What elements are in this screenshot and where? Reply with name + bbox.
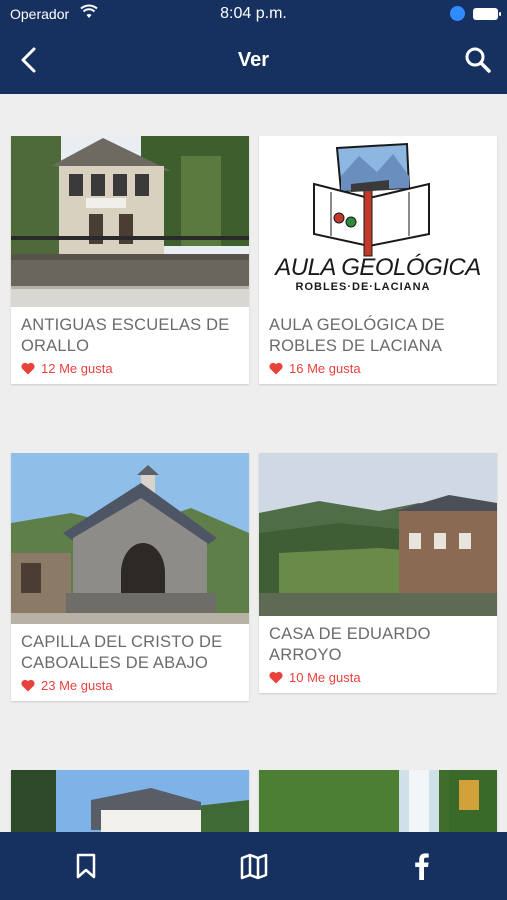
location-icon (450, 6, 465, 21)
bookmark-icon[interactable] (70, 850, 102, 882)
page-title: Ver (237, 49, 270, 71)
facebook-icon[interactable] (406, 850, 438, 882)
place-name: AULA GEOLÓGICA DE ROBLES DE LACIANA (269, 316, 445, 355)
place-photo (259, 770, 497, 832)
logo-title: AULA GEOLÓGICA (275, 254, 481, 281)
logo-subtitle: ROBLES·DE·LACIANA (295, 281, 431, 293)
place-photo: AULA GEOLÓGICA ROBLES·DE·LACIANA (259, 136, 497, 307)
place-photo (11, 770, 249, 832)
heart-icon (269, 362, 283, 375)
likes-label: 10 Me gusta (289, 670, 361, 685)
navigation-bar: Ver (0, 28, 507, 94)
place-card[interactable]: ANTIGUAS ESCUELAS DE ORALLO 12 Me gusta (11, 136, 249, 384)
heart-icon (269, 671, 283, 684)
clock: 8:04 p.m. (220, 5, 287, 22)
likes-count: 16 Me gusta (259, 357, 497, 384)
tab-bar (0, 832, 507, 900)
likes-count: 23 Me gusta (11, 674, 249, 701)
place-card[interactable]: CASA DE EDUARDO ARROYO 10 Me gusta (259, 453, 497, 693)
likes-label: 16 Me gusta (289, 361, 361, 376)
likes-count: 12 Me gusta (11, 357, 249, 384)
status-bar: Operador 8:04 p.m. (0, 0, 507, 28)
place-photo (11, 453, 249, 624)
place-photo (259, 453, 497, 616)
place-card[interactable]: CAPILLA DEL CRISTO DE CABOALLES DE ABAJO… (11, 453, 249, 701)
likes-label: 23 Me gusta (41, 678, 113, 693)
place-photo (11, 136, 249, 307)
place-card[interactable] (259, 770, 497, 832)
place-card[interactable] (11, 770, 249, 832)
likes-count: 10 Me gusta (259, 666, 497, 693)
heart-icon (21, 362, 35, 375)
heart-icon (21, 679, 35, 692)
battery-icon (473, 8, 501, 20)
place-name: ANTIGUAS ESCUELAS DE ORALLO (21, 316, 230, 355)
likes-label: 12 Me gusta (41, 361, 113, 376)
search-icon[interactable] (462, 44, 494, 76)
place-name: CAPILLA DEL CRISTO DE CABOALLES DE ABAJO (21, 633, 223, 672)
place-card[interactable]: AULA GEOLÓGICA ROBLES·DE·LACIANA AULA GE… (259, 136, 497, 384)
map-icon[interactable] (238, 850, 270, 882)
places-grid: ANTIGUAS ESCUELAS DE ORALLO 12 Me gusta … (0, 94, 507, 832)
place-name: CASA DE EDUARDO ARROYO (269, 625, 431, 664)
